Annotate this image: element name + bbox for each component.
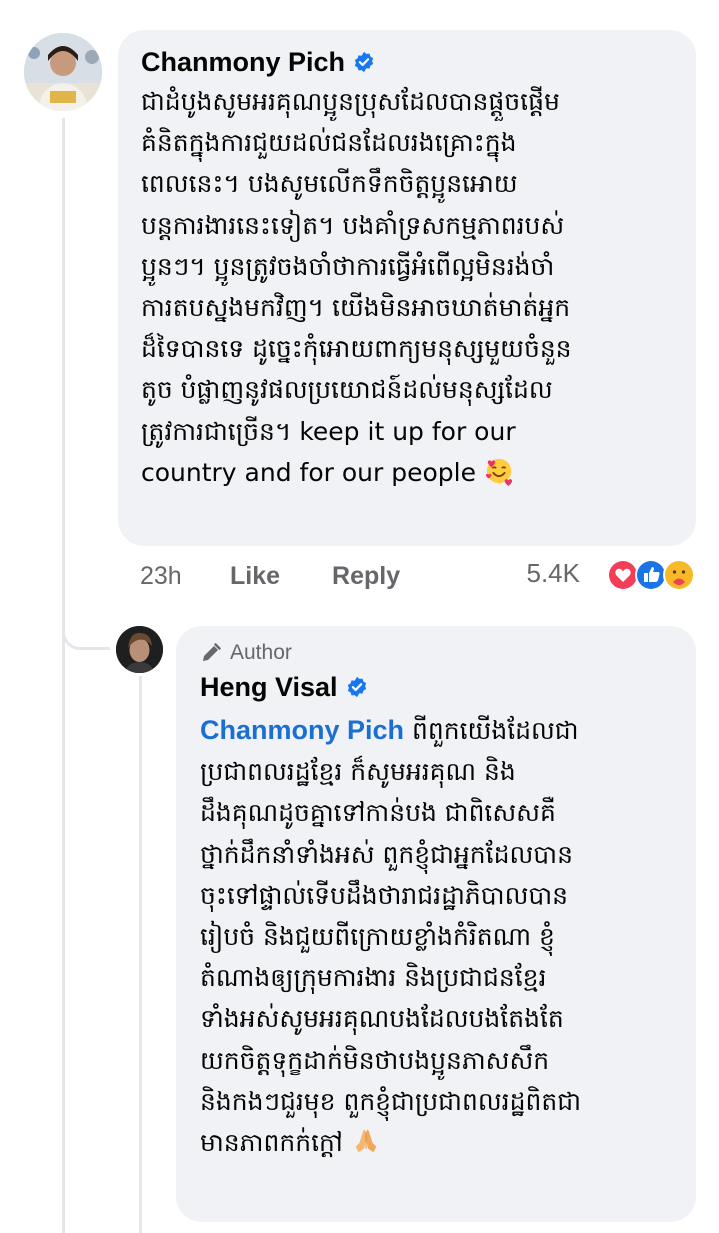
- avatar-image: [24, 33, 102, 111]
- reply-line-text: ពីពួកយើងដែលជា: [404, 716, 579, 745]
- reply-line: ចុះទៅផ្ទាល់ទើបដឹងថារាជរដ្ឋាភិបាលបាន: [200, 880, 569, 910]
- reply-connector: [62, 590, 110, 650]
- reply-thread-line: [139, 676, 142, 1233]
- comment-line: គំនិតក្នុងការជួយដល់ជនដែលរងគ្រោះក្នុង: [141, 128, 517, 158]
- verified-badge-icon: [354, 51, 374, 73]
- folded-hands-icon: [355, 1129, 377, 1153]
- comment-time[interactable]: 23h: [140, 562, 230, 591]
- reply-avatar[interactable]: [116, 626, 163, 673]
- comment-line-text: country and for our people: [141, 457, 476, 487]
- comment-line: ជាដំបូងសូមអរគុណប្អូនប្រុសដែលបានផ្តួចផ្តើ…: [141, 87, 560, 116]
- care-reaction-icon: [663, 559, 695, 591]
- reply-line: តំណាងឲ្យក្រុមការងារ និងប្រជាជនខ្មែរ: [200, 963, 547, 993]
- reply-line-first: Chanmony Pich ពីពួកយើងដែលជា: [200, 710, 676, 751]
- reply-line: ថ្នាក់ដឹកនាំទាំងអស់ ពួកខ្ញុំជាអ្នកដែលបាន: [200, 839, 573, 869]
- comment-line: ត្រូវការជាច្រើន។ keep it up for our: [141, 416, 516, 446]
- reply-line: ដឹងគុណដូចគ្នាទៅកាន់បង ជាពិសេសគឺ: [200, 798, 556, 828]
- reply-author-name[interactable]: Heng Visal: [200, 672, 338, 703]
- comment-line: ប្អូនៗ។ ប្អូនត្រូវចងចាំថាការធ្វើអំពើល្អម…: [141, 251, 555, 281]
- author-badge-label: Author: [230, 641, 292, 664]
- comment-bubble: Chanmony Pich ជាដំបូងសូមអរគុណប្អូនប្រុសដ…: [118, 30, 696, 546]
- verified-badge-icon: [347, 676, 366, 698]
- comment-author-name[interactable]: Chanmony Pich: [141, 47, 345, 78]
- reaction-icons[interactable]: [606, 558, 696, 592]
- comment-text: ជាដំបូងសូមអរគុណប្អូនប្រុសដែលបានផ្តួចផ្តើ…: [141, 81, 674, 493]
- author-badge: Author: [200, 638, 676, 668]
- comment-line-last: country and for our people: [141, 452, 674, 493]
- reply-line-text: មានភាពកក់ក្តៅ: [200, 1127, 343, 1157]
- reply-line: និងកងៗជួរមុខ ពួកខ្ញុំជាប្រជាពលរដ្ឋពិតជា: [200, 1086, 581, 1116]
- mention-link[interactable]: Chanmony Pich: [200, 715, 404, 745]
- comment-line: ពេលនេះ។ បងសូមលើកទឹកចិត្តប្អូនអោយ: [141, 169, 518, 199]
- comment-actions: 23h Like Reply 5.4K: [140, 556, 700, 596]
- smiling-face-with-hearts-icon: [485, 458, 513, 486]
- reply-button[interactable]: Reply: [332, 562, 400, 591]
- thread-line: [62, 118, 65, 1233]
- reply-line: រៀបចំ និងជួយពីក្រោយខ្លាំងកំរិតណា ខ្ញុំ: [200, 921, 555, 951]
- comment-line: បន្តការងារនេះទៀត។ បងគាំទ្រសកម្មភាពរបស់: [141, 210, 565, 240]
- reply-line: ទាំងអស់សូមអរគុណបងដែលបងតែងតែ: [200, 1004, 564, 1034]
- reply-line: ប្រជាពលរដ្ឋខ្មែរ ក៏សូមអរគុណ និង: [200, 757, 516, 787]
- reply-line: យកចិត្តទុក្ខដាក់មិនថាបងប្អូនភាសសឹក: [200, 1045, 550, 1075]
- reply-bubble: Author Heng Visal Chanmony Pich ពីពួកយើង…: [176, 626, 696, 1222]
- comment-line: ការតបស្នងមកវិញ។ យើងមិនអាចឃាត់មាត់អ្នក: [141, 292, 571, 322]
- reply-line-last: មានភាពកក់ក្តៅ: [200, 1122, 676, 1163]
- reaction-count[interactable]: 5.4K: [527, 558, 581, 589]
- comment-line: តូច បំផ្លាញនូវផលប្រយោជន៍ដល់មនុស្សដែល: [141, 375, 553, 405]
- reply-text: Chanmony Pich ពីពួកយើងដែលជា ប្រជាពលរដ្ឋខ…: [200, 710, 676, 1163]
- like-button[interactable]: Like: [230, 562, 280, 591]
- avatar[interactable]: [24, 33, 102, 111]
- pencil-icon: [203, 643, 221, 661]
- comment-line: ដ៏ទៃបានទេ ដូច្នេះកុំអោយពាក្យមនុស្សមួយចំន…: [141, 334, 572, 364]
- reply-avatar-image: [116, 626, 163, 673]
